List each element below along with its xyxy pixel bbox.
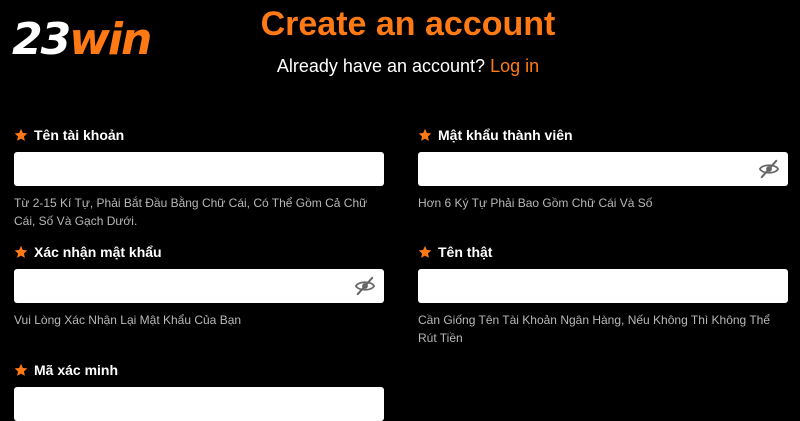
real-name-hint: Cần Giống Tên Tài Khoản Ngân Hàng, Nếu K… bbox=[418, 313, 771, 345]
username-input[interactable] bbox=[14, 152, 384, 186]
required-star-icon bbox=[14, 363, 28, 376]
username-label-row: Tên tài khoản bbox=[14, 126, 384, 144]
login-prompt-text: Already have an account? bbox=[276, 56, 486, 76]
real-name-input[interactable] bbox=[418, 269, 788, 303]
username-input-box bbox=[14, 152, 384, 186]
username-field-group: Tên tài khoản Từ 2-15 Kí Tự, Phải Bắt Đầ… bbox=[14, 126, 384, 230]
eye-slash-icon[interactable] bbox=[354, 276, 376, 296]
username-hint: Từ 2-15 Kí Tự, Phải Bắt Đầu Bằng Chữ Cái… bbox=[14, 196, 368, 228]
eye-slash-icon[interactable] bbox=[758, 159, 780, 179]
confirm-password-hint: Vui Lòng Xác Nhận Lại Mật Khẩu Của Bạn bbox=[14, 313, 242, 327]
real-name-label: Tên thật bbox=[438, 244, 493, 260]
password-input-box bbox=[418, 152, 788, 186]
password-input[interactable] bbox=[418, 152, 788, 186]
login-link[interactable]: Log in bbox=[490, 56, 539, 76]
page-title: Create an account bbox=[260, 5, 556, 43]
real-name-input-box bbox=[418, 269, 788, 303]
password-field-group: Mật khẩu thành viên Hơn 6 Ký Tự Phải Bao… bbox=[418, 126, 788, 212]
required-star-icon bbox=[14, 245, 28, 258]
confirm-password-label-row: Xác nhận mật khẩu bbox=[14, 243, 384, 261]
confirm-password-label: Xác nhận mật khẩu bbox=[34, 244, 162, 260]
confirm-password-input-box bbox=[14, 269, 384, 303]
captcha-field-group: Mã xác minh bbox=[14, 361, 384, 421]
real-name-field-group: Tên thật Cần Giống Tên Tài Khoản Ngân Hà… bbox=[418, 243, 788, 347]
password-hint: Hơn 6 Ký Tự Phải Bao Gồm Chữ Cái Và Số bbox=[418, 196, 653, 210]
confirm-password-input[interactable] bbox=[14, 269, 384, 303]
real-name-label-row: Tên thật bbox=[418, 243, 788, 261]
username-label: Tên tài khoản bbox=[34, 127, 125, 143]
captcha-input-box bbox=[14, 387, 384, 421]
required-star-icon bbox=[418, 128, 432, 141]
password-label: Mật khẩu thành viên bbox=[438, 127, 573, 143]
password-label-row: Mật khẩu thành viên bbox=[418, 126, 788, 144]
required-star-icon bbox=[14, 128, 28, 141]
captcha-input[interactable] bbox=[14, 387, 384, 421]
required-star-icon bbox=[418, 245, 432, 258]
captcha-label: Mã xác minh bbox=[34, 362, 119, 378]
captcha-label-row: Mã xác minh bbox=[14, 361, 384, 379]
login-prompt: Already have an account? Log in bbox=[0, 54, 800, 78]
confirm-password-field-group: Xác nhận mật khẩu Vui Lòng Xác Nhận Lại … bbox=[14, 243, 384, 329]
